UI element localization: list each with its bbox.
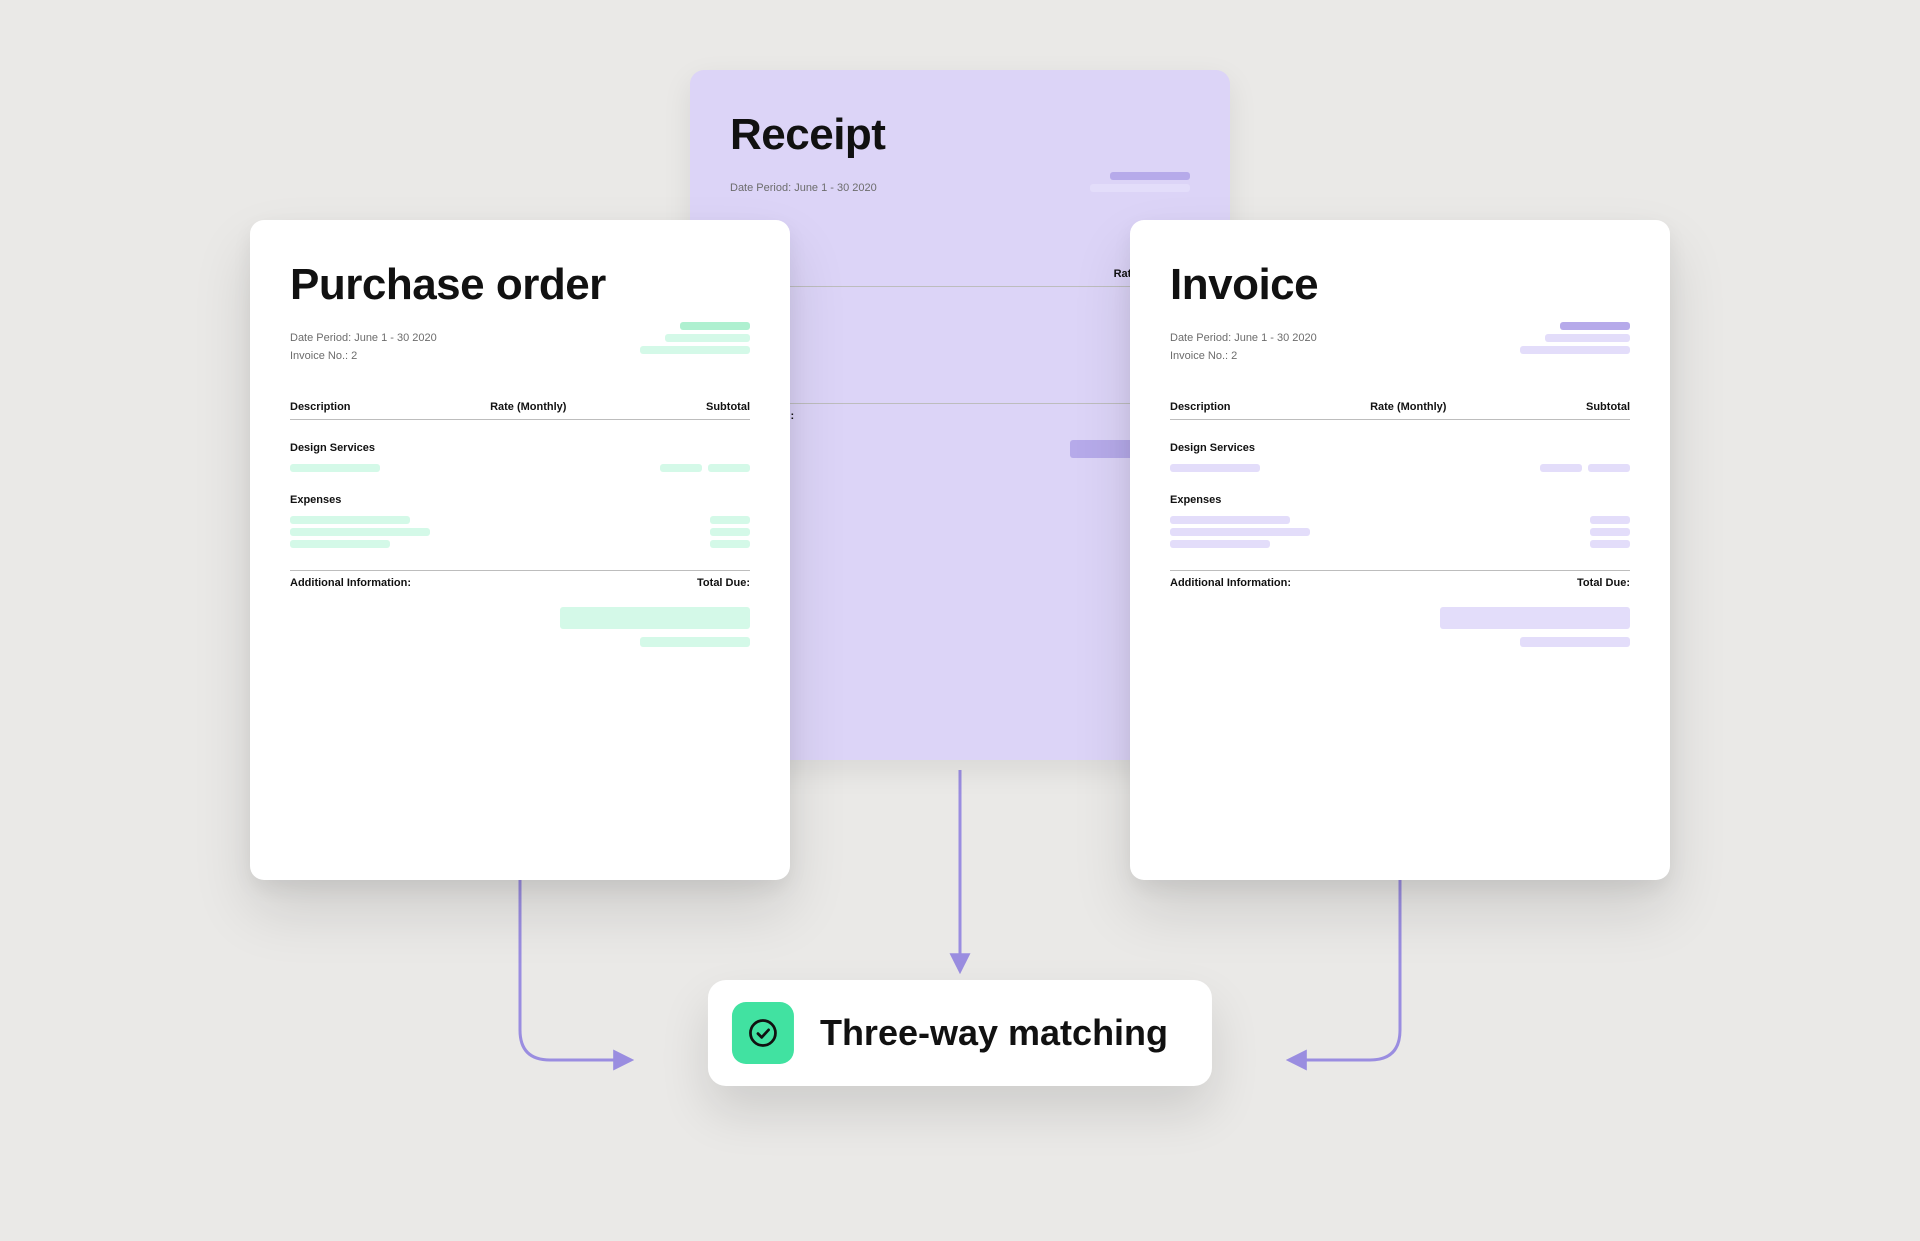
check-icon	[732, 1002, 794, 1064]
po-footer-left: Additional Information:	[290, 577, 411, 589]
invoice-header-placeholder	[1520, 322, 1630, 354]
receipt-section	[730, 309, 1190, 321]
receipt-table-header: Rate (Monthly)	[730, 268, 1190, 287]
po-col-description: Description	[290, 401, 351, 413]
receipt-header-placeholder	[1090, 172, 1190, 192]
invoice-col-rate: Rate (Monthly)	[1370, 401, 1446, 413]
invoice-card: Invoice Date Period: June 1 - 30 2020 In…	[1130, 220, 1670, 880]
po-footer-right: Total Due:	[697, 577, 750, 589]
receipt-title: Receipt	[730, 110, 1190, 160]
po-col-subtotal: Subtotal	[706, 401, 750, 413]
invoice-footer: Additional Information: Total Due:	[1170, 570, 1630, 589]
invoice-row	[1170, 464, 1630, 472]
receipt-total-placeholder	[730, 440, 1190, 458]
result-label: Three-way matching	[820, 1012, 1168, 1054]
po-row	[290, 528, 750, 536]
invoice-footer-left: Additional Information:	[1170, 577, 1291, 589]
purchase-order-card: Purchase order Date Period: June 1 - 30 …	[250, 220, 790, 880]
receipt-row	[730, 331, 1190, 339]
po-row	[290, 516, 750, 524]
receipt-row	[730, 355, 1190, 363]
po-section-design: Design Services	[290, 442, 750, 454]
result-box: Three-way matching	[708, 980, 1212, 1086]
po-row	[290, 464, 750, 472]
receipt-footer: Information:	[730, 403, 1190, 422]
purchase-order-title: Purchase order	[290, 260, 750, 310]
po-header-placeholder	[640, 322, 750, 354]
invoice-section-design: Design Services	[1170, 442, 1630, 454]
diagram-canvas: Receipt Date Period: June 1 - 30 2020 Ra…	[0, 0, 1920, 1241]
invoice-row	[1170, 540, 1630, 548]
receipt-row	[730, 343, 1190, 351]
invoice-section-expenses: Expenses	[1170, 494, 1630, 506]
po-table-header: Description Rate (Monthly) Subtotal	[290, 401, 750, 420]
invoice-footer-right: Total Due:	[1577, 577, 1630, 589]
po-section-expenses: Expenses	[290, 494, 750, 506]
po-col-rate: Rate (Monthly)	[490, 401, 566, 413]
invoice-row	[1170, 528, 1630, 536]
invoice-col-subtotal: Subtotal	[1586, 401, 1630, 413]
po-footer: Additional Information: Total Due:	[290, 570, 750, 589]
po-total-placeholder	[290, 607, 750, 647]
invoice-total-placeholder	[1170, 607, 1630, 647]
invoice-table-header: Description Rate (Monthly) Subtotal	[1170, 401, 1630, 420]
invoice-col-description: Description	[1170, 401, 1231, 413]
invoice-title: Invoice	[1170, 260, 1630, 310]
invoice-row	[1170, 516, 1630, 524]
po-row	[290, 540, 750, 548]
